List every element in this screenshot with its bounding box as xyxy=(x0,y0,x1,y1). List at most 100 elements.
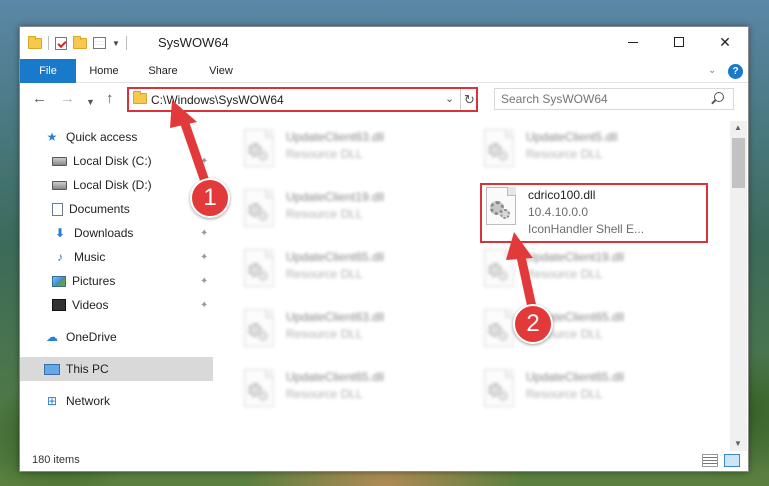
sidebar-item-quick-access[interactable]: ★ Quick access xyxy=(20,125,213,149)
sidebar-item-label: OneDrive xyxy=(66,330,117,344)
details-view-icon[interactable] xyxy=(702,454,718,467)
file-item[interactable]: UpdateClient19.dll Resource DLL xyxy=(240,187,460,245)
callout-step-2: 2 xyxy=(513,304,553,344)
file-item[interactable]: UpdateClient65.dll Resource DLL xyxy=(480,367,700,425)
sidebar-item-network[interactable]: ⊞ Network xyxy=(20,389,213,413)
back-arrow-icon[interactable]: ← xyxy=(32,91,47,107)
file-name: UpdateClient19.dll xyxy=(526,250,625,264)
sidebar-item-label: Quick access xyxy=(66,130,138,144)
dll-file-icon xyxy=(480,247,518,291)
refresh-icon[interactable]: ↻ xyxy=(460,89,478,110)
tab-share[interactable]: Share xyxy=(142,59,184,83)
tab-home[interactable]: Home xyxy=(83,59,125,83)
sidebar-item-label: This PC xyxy=(66,362,109,376)
file-type: Resource DLL xyxy=(286,207,363,221)
sidebar-item-label: Network xyxy=(66,394,111,408)
videos-icon xyxy=(52,299,66,311)
download-icon: ⬇ xyxy=(54,226,66,240)
scroll-thumb[interactable] xyxy=(732,138,745,188)
file-type: Resource DLL xyxy=(526,387,603,401)
maximize-icon xyxy=(674,37,684,47)
navigation-pane: ★ Quick access Local Disk (C:) ✦ Local D… xyxy=(20,121,213,451)
sidebar-item-music[interactable]: ♪ Music ✦ xyxy=(20,245,213,269)
dll-file-icon xyxy=(240,247,278,291)
file-type: Resource DLL xyxy=(286,387,363,401)
file-type: Resource DLL xyxy=(286,267,363,281)
star-icon: ★ xyxy=(46,130,58,144)
sidebar-item-label: Downloads xyxy=(74,226,134,240)
quick-access-toolbar: ▼ xyxy=(28,35,127,51)
qat-dropdown-icon[interactable]: ▼ xyxy=(112,39,120,48)
dll-file-icon xyxy=(480,127,518,171)
pin-icon: ✦ xyxy=(200,299,209,311)
file-item[interactable]: UpdateClient5.dll Resource DLL xyxy=(480,127,700,185)
music-icon: ♪ xyxy=(57,250,63,264)
help-icon[interactable]: ? xyxy=(728,64,743,79)
close-icon: ✕ xyxy=(719,33,731,50)
dll-file-icon xyxy=(240,127,278,171)
file-item[interactable]: UpdateClient65.dll Resource DLL xyxy=(240,247,460,305)
sidebar-item-this-pc[interactable]: This PC xyxy=(20,357,213,381)
file-item[interactable]: UpdateClient65.dll Resource DLL xyxy=(240,367,460,425)
title-bar: ▼ SysWOW64 ✕ xyxy=(20,27,748,59)
file-explorer-window: ▼ SysWOW64 ✕ File Home Share View ⌄ ? ← … xyxy=(19,26,749,472)
sidebar-item-label: Pictures xyxy=(72,274,116,288)
dll-file-icon xyxy=(240,187,278,231)
new-folder-icon[interactable] xyxy=(73,35,87,49)
search-box[interactable] xyxy=(494,88,734,110)
large-icons-view-icon[interactable] xyxy=(724,454,740,467)
sidebar-item-videos[interactable]: Videos ✦ xyxy=(20,293,213,317)
recent-locations-chevron-icon[interactable]: ▼ xyxy=(86,94,95,110)
search-input[interactable] xyxy=(495,89,705,109)
sidebar-item-downloads[interactable]: ⬇ Downloads ✦ xyxy=(20,221,213,245)
sidebar-item-label: Local Disk (C:) xyxy=(73,154,152,168)
sidebar-item-local-disk-d[interactable]: Local Disk (D:) xyxy=(20,173,213,197)
search-icon[interactable] xyxy=(714,92,724,102)
tab-view[interactable]: View xyxy=(200,59,242,83)
dll-file-icon xyxy=(480,367,518,411)
maximize-button[interactable] xyxy=(656,27,702,57)
sidebar-item-documents[interactable]: Documents xyxy=(20,197,213,221)
scroll-up-icon[interactable]: ▲ xyxy=(734,123,742,132)
file-name: UpdateClient65.dll xyxy=(286,370,385,384)
file-name: UpdateClient63.dll xyxy=(286,130,385,144)
cloud-icon: ☁ xyxy=(46,330,58,344)
file-item[interactable]: UpdateClient65.dll Resource DLL xyxy=(480,307,700,365)
file-item[interactable]: UpdateClient63.dll Resource DLL xyxy=(240,307,460,365)
vertical-scrollbar[interactable]: ▲ ▼ xyxy=(730,121,747,451)
dll-file-icon xyxy=(240,307,278,351)
sidebar-item-onedrive[interactable]: ☁ OneDrive xyxy=(20,325,213,349)
pin-icon: ✦ xyxy=(200,251,209,263)
callout-step-1: 1 xyxy=(190,178,230,218)
navigation-bar: ← → ▼ ↑ C:\Windows\SysWOW64 ⌄ ↻ xyxy=(20,84,748,115)
sidebar-item-local-disk-c[interactable]: Local Disk (C:) ✦ xyxy=(20,149,213,173)
pin-icon: ✦ xyxy=(200,275,209,287)
expand-ribbon-icon[interactable]: ⌄ xyxy=(708,65,716,76)
drive-icon xyxy=(52,156,67,166)
properties-check-icon[interactable] xyxy=(55,36,67,50)
file-item[interactable]: UpdateClient63.dll Resource DLL xyxy=(240,127,460,185)
file-item[interactable]: UpdateClient19.dll Resource DLL xyxy=(480,247,700,305)
sidebar-item-label: Videos xyxy=(72,298,109,312)
file-name: UpdateClient63.dll xyxy=(286,310,385,324)
up-arrow-icon[interactable]: ↑ xyxy=(106,91,114,107)
address-path[interactable]: C:\Windows\SysWOW64 xyxy=(151,93,284,107)
status-bar: 180 items xyxy=(20,451,748,471)
window-title: SysWOW64 xyxy=(158,35,229,50)
tab-file[interactable]: File xyxy=(20,59,76,83)
pin-icon: ✦ xyxy=(200,155,209,167)
address-dropdown-icon[interactable]: ⌄ xyxy=(445,92,454,105)
scroll-down-icon[interactable]: ▼ xyxy=(734,439,742,448)
pictures-icon xyxy=(52,275,66,287)
sidebar-item-label: Local Disk (D:) xyxy=(73,178,152,192)
address-folder-icon xyxy=(133,91,147,104)
file-name: UpdateClient65.dll xyxy=(526,370,625,384)
customize-icon[interactable] xyxy=(93,37,106,49)
sidebar-item-pictures[interactable]: Pictures ✦ xyxy=(20,269,213,293)
minimize-button[interactable] xyxy=(610,27,656,57)
file-name: UpdateClient19.dll xyxy=(286,190,385,204)
close-button[interactable]: ✕ xyxy=(702,27,748,57)
file-type: Resource DLL xyxy=(286,147,363,161)
address-bar[interactable]: C:\Windows\SysWOW64 ⌄ ↻ xyxy=(127,87,478,112)
forward-arrow-icon[interactable]: → xyxy=(60,91,75,107)
